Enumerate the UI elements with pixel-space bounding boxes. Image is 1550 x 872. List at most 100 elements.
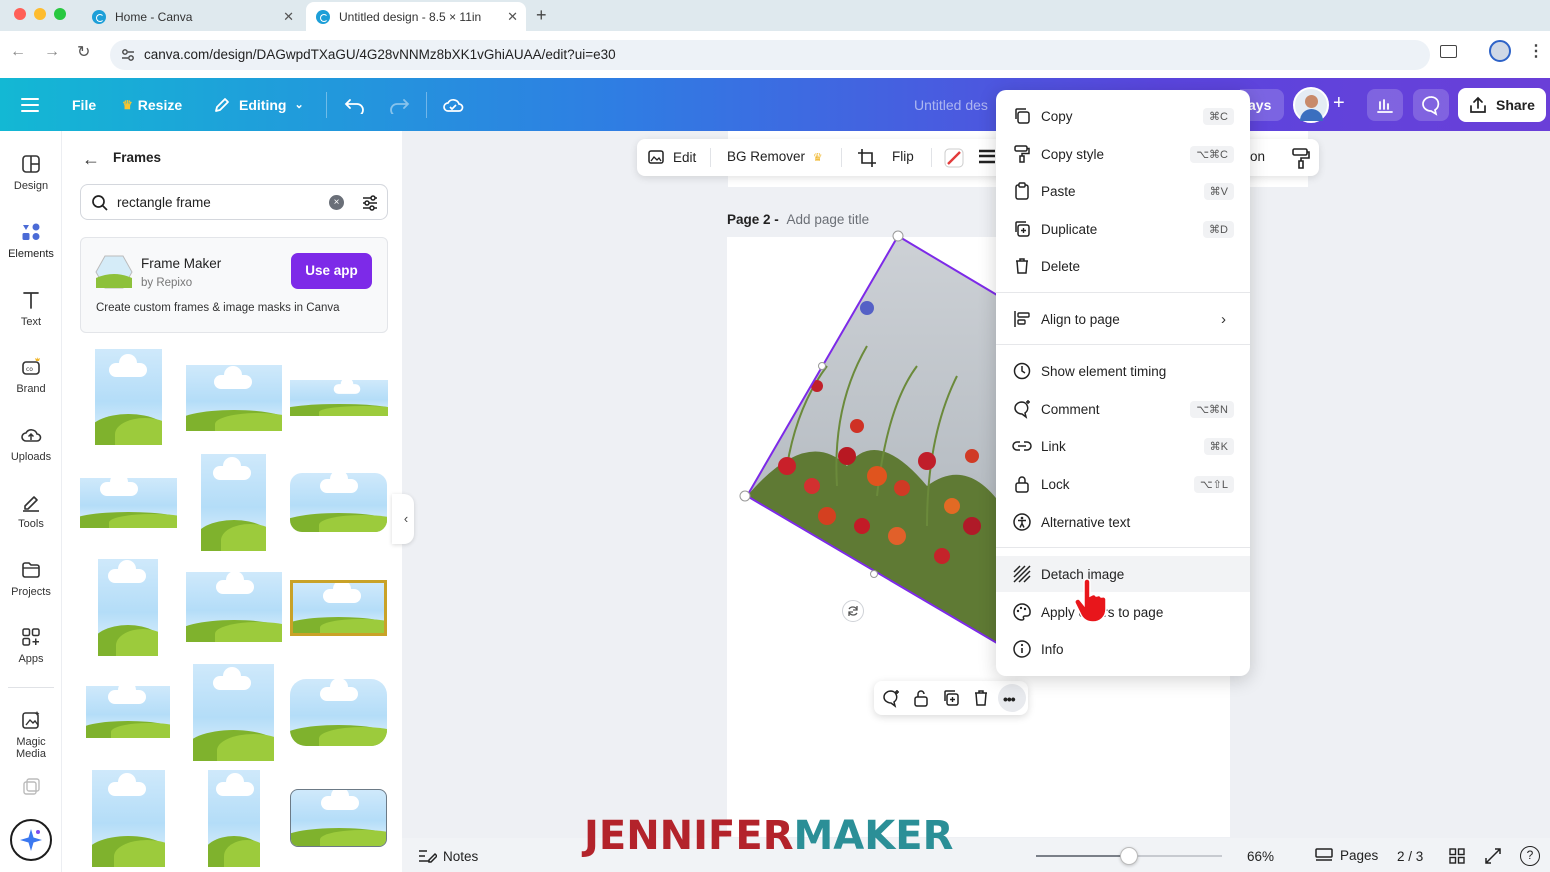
trash-icon[interactable] bbox=[971, 688, 991, 708]
frame-thumbnail[interactable] bbox=[201, 454, 266, 551]
zoom-slider-handle[interactable] bbox=[1120, 847, 1138, 865]
profile-avatar[interactable] bbox=[1489, 40, 1511, 62]
file-menu-button[interactable]: File bbox=[72, 78, 96, 131]
frame-thumbnail[interactable] bbox=[186, 572, 282, 642]
rail-item-tools[interactable]: Tools bbox=[0, 491, 62, 530]
fullscreen-icon[interactable] bbox=[1484, 847, 1502, 865]
bg-remover-button[interactable]: BG Remover ♛ bbox=[727, 149, 823, 164]
menu-item-lock[interactable]: Lock ⌥⇧L bbox=[996, 466, 1250, 502]
page-title-row[interactable]: Page 2 - Add page title bbox=[727, 212, 869, 227]
rail-item-projects[interactable]: Projects bbox=[0, 559, 62, 598]
border-style-icon[interactable] bbox=[978, 149, 996, 165]
edit-image-button[interactable]: Edit bbox=[647, 148, 696, 166]
add-comment-icon[interactable] bbox=[881, 688, 901, 708]
tab-search-icon[interactable] bbox=[1440, 45, 1457, 58]
frame-thumbnail[interactable] bbox=[290, 473, 387, 532]
frame-thumbnail[interactable] bbox=[98, 559, 158, 656]
close-tab-icon[interactable]: ✕ bbox=[283, 9, 294, 25]
menu-item-align-to-page[interactable]: Align to page › bbox=[996, 301, 1250, 337]
reload-icon[interactable]: ↻ bbox=[77, 42, 90, 62]
more-apps-icon[interactable] bbox=[21, 777, 41, 797]
frame-thumbnail[interactable] bbox=[290, 789, 387, 847]
app-card[interactable]: Frame Maker by Repixo Use app Create cus… bbox=[80, 237, 388, 333]
frame-thumbnail[interactable] bbox=[290, 580, 387, 636]
browser-tab-design[interactable]: Untitled design - 8.5 × 11in ✕ bbox=[306, 2, 526, 31]
frame-thumbnail[interactable] bbox=[92, 770, 165, 867]
crop-icon[interactable] bbox=[857, 148, 877, 168]
menu-item-apply-colors[interactable]: Apply colors to page bbox=[996, 594, 1250, 630]
rail-item-apps[interactable]: Apps bbox=[0, 626, 62, 665]
address-bar[interactable]: canva.com/design/DAGwpdTXaGU/4G28vNNMz8b… bbox=[110, 40, 1430, 70]
page-title-input[interactable]: Add page title bbox=[787, 212, 870, 227]
search-field[interactable]: rectangle frame × bbox=[80, 184, 388, 220]
site-settings-icon[interactable] bbox=[121, 48, 135, 62]
menu-item-comment[interactable]: Comment ⌥⌘N bbox=[996, 391, 1250, 427]
frame-thumbnail[interactable] bbox=[186, 365, 282, 431]
menu-item-duplicate[interactable]: Duplicate ⌘D bbox=[996, 211, 1250, 247]
menu-item-paste[interactable]: Paste ⌘V bbox=[996, 173, 1250, 209]
rotated-photo-frame[interactable] bbox=[727, 226, 1007, 656]
menu-item-alternative-text[interactable]: Alternative text bbox=[996, 504, 1250, 540]
frame-thumbnail[interactable] bbox=[208, 770, 260, 867]
menu-item-delete[interactable]: Delete bbox=[996, 248, 1250, 284]
collaborator-avatar[interactable] bbox=[1293, 87, 1329, 123]
back-arrow-icon[interactable]: ← bbox=[82, 149, 102, 169]
search-input[interactable]: rectangle frame bbox=[117, 195, 211, 210]
design-title[interactable]: Untitled des bbox=[914, 78, 988, 131]
new-tab-button[interactable]: + bbox=[536, 5, 547, 26]
share-button[interactable]: Share bbox=[1458, 88, 1546, 122]
filter-icon[interactable] bbox=[360, 193, 380, 213]
menu-item-copy[interactable]: Copy ⌘C bbox=[996, 98, 1250, 134]
collapse-panel-button[interactable]: ‹ bbox=[392, 494, 414, 544]
main-menu-button[interactable] bbox=[20, 78, 40, 131]
maximize-window-button[interactable] bbox=[54, 8, 66, 20]
menu-item-show-element-timing[interactable]: Show element timing bbox=[996, 353, 1250, 389]
editing-mode-button[interactable]: Editing ⌄ bbox=[213, 78, 304, 131]
pages-button[interactable]: Pages bbox=[1314, 847, 1378, 863]
notes-button[interactable]: Notes bbox=[417, 848, 478, 864]
frame-thumbnail[interactable] bbox=[86, 686, 170, 738]
rail-item-text[interactable]: Text bbox=[0, 289, 62, 328]
frame-thumbnail[interactable] bbox=[193, 664, 274, 761]
menu-item-info[interactable]: Info bbox=[996, 631, 1250, 667]
forward-icon[interactable]: → bbox=[44, 43, 60, 61]
grid-view-icon[interactable] bbox=[1448, 847, 1466, 865]
partial-toolbar-label[interactable]: on bbox=[1250, 149, 1265, 164]
more-options-button[interactable]: ••• bbox=[998, 684, 1026, 712]
lock-icon[interactable] bbox=[911, 688, 931, 708]
menu-item-detach-image[interactable]: Detach image bbox=[996, 556, 1250, 592]
use-app-button[interactable]: Use app bbox=[291, 253, 372, 289]
frame-thumbnail[interactable] bbox=[290, 679, 387, 746]
close-tab-icon[interactable]: ✕ bbox=[507, 9, 518, 25]
menu-item-link[interactable]: Link ⌘K bbox=[996, 428, 1250, 464]
paint-roller-icon[interactable] bbox=[1291, 147, 1311, 169]
redo-button[interactable] bbox=[388, 78, 410, 131]
rail-item-design[interactable]: Design bbox=[0, 153, 62, 192]
rail-item-uploads[interactable]: Uploads bbox=[0, 424, 62, 463]
canva-assistant-button[interactable] bbox=[10, 819, 52, 861]
add-collaborator-icon[interactable]: + bbox=[1333, 92, 1345, 115]
flip-button[interactable]: Flip bbox=[892, 149, 914, 164]
resize-button[interactable]: ♛ Resize bbox=[122, 78, 182, 131]
comments-button[interactable] bbox=[1413, 89, 1449, 121]
border-color-icon[interactable] bbox=[943, 147, 965, 169]
insights-button[interactable] bbox=[1367, 89, 1403, 121]
frame-thumbnail[interactable] bbox=[95, 349, 162, 445]
browser-tab-home[interactable]: Home - Canva ✕ bbox=[82, 2, 302, 31]
rotate-handle[interactable] bbox=[842, 600, 864, 622]
menu-item-copy-style[interactable]: Copy style ⌥⌘C bbox=[996, 136, 1250, 172]
rail-item-magic-media[interactable]: Magic Media bbox=[0, 709, 62, 760]
duplicate-icon[interactable] bbox=[941, 688, 961, 708]
rail-item-elements[interactable]: Elements bbox=[0, 221, 62, 260]
minimize-window-button[interactable] bbox=[34, 8, 46, 20]
zoom-slider[interactable] bbox=[1036, 847, 1222, 865]
undo-button[interactable] bbox=[344, 78, 366, 131]
browser-menu-icon[interactable]: ⋮ bbox=[1528, 41, 1544, 61]
zoom-level[interactable]: 66% bbox=[1247, 849, 1274, 864]
rail-item-brand[interactable]: co Brand bbox=[0, 356, 62, 395]
frame-thumbnail[interactable] bbox=[290, 380, 388, 416]
frame-thumbnail[interactable] bbox=[80, 478, 177, 528]
clear-search-icon[interactable]: × bbox=[329, 195, 344, 210]
close-window-button[interactable] bbox=[14, 8, 26, 20]
save-status-button[interactable] bbox=[442, 78, 464, 131]
